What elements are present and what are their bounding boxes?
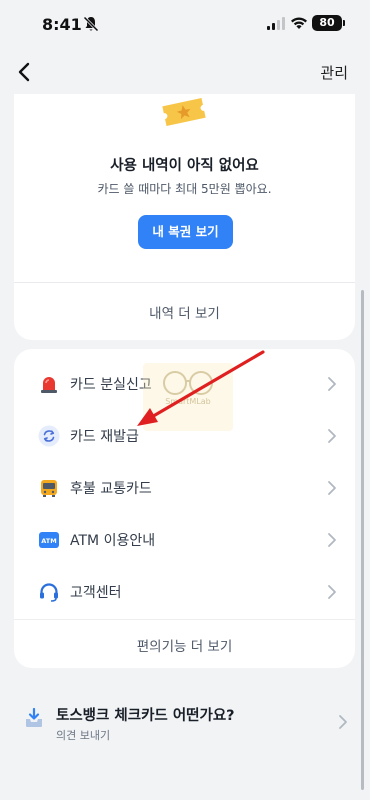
- more-history-button[interactable]: 내역 더 보기: [14, 302, 355, 322]
- battery-indicator: 80: [312, 15, 345, 31]
- menu-item-label: 카드 재발급: [70, 429, 139, 445]
- menu-item-atm-guide[interactable]: ATM ATM 이용안내: [14, 516, 355, 564]
- bus-icon: [41, 480, 57, 497]
- wifi-icon: [291, 17, 307, 29]
- send-feedback-icon: [26, 707, 42, 727]
- back-button[interactable]: [10, 58, 38, 86]
- status-bar: 8:41 80: [0, 0, 370, 50]
- chevron-right-icon: [328, 481, 336, 495]
- empty-history-title: 사용 내역이 아직 없어요: [110, 158, 259, 174]
- bell-slash-icon: [83, 16, 99, 32]
- menu-item-label: 카드 분실신고: [70, 377, 152, 393]
- headset-icon: [40, 583, 58, 602]
- more-features-button[interactable]: 편의기능 더 보기: [14, 635, 355, 655]
- chevron-right-icon: [339, 715, 347, 729]
- divider: [14, 619, 355, 620]
- chevron-right-icon: [328, 429, 336, 443]
- feedback-row[interactable]: 토스뱅크 체크카드 어떤가요? 의견 보내기: [0, 690, 370, 758]
- svg-text:ATM: ATM: [41, 537, 56, 545]
- status-time: 8:41: [42, 15, 82, 34]
- nav-bar: 관리: [0, 50, 370, 94]
- empty-history-subtitle: 카드 쓸 때마다 최대 5만원 뽑아요.: [97, 182, 272, 196]
- menu-item-label: 후불 교통카드: [70, 481, 152, 497]
- cellular-signal-icon: [267, 17, 285, 30]
- watermark-text: SmartMLab: [165, 397, 211, 406]
- view-my-lottery-button[interactable]: 내 복권 보기: [138, 215, 233, 249]
- watermark: SmartMLab: [143, 363, 233, 431]
- manage-button[interactable]: 관리: [320, 62, 348, 83]
- scrollbar[interactable]: [361, 290, 364, 790]
- history-card: 사용 내역이 아직 없어요 카드 쓸 때마다 최대 5만원 뽑아요. 내 복권 …: [14, 94, 355, 340]
- chevron-right-icon: [328, 377, 336, 391]
- feedback-subtitle: 의견 보내기: [56, 729, 111, 742]
- feedback-title: 토스뱅크 체크카드 어떤가요?: [56, 708, 235, 724]
- siren-icon: [41, 377, 57, 393]
- menu-item-label: 고객센터: [70, 585, 122, 601]
- chevron-right-icon: [328, 585, 336, 599]
- atm-icon: ATM: [39, 532, 59, 548]
- chevron-right-icon: [328, 533, 336, 547]
- menu-item-transit-card[interactable]: 후불 교통카드: [14, 464, 355, 512]
- glasses-logo-icon: [163, 371, 213, 395]
- chevron-left-icon: [18, 62, 30, 82]
- reissue-icon: [38, 425, 60, 447]
- lottery-ticket-icon: [162, 98, 206, 126]
- divider: [14, 282, 355, 283]
- menu-item-customer-center[interactable]: 고객센터: [14, 568, 355, 616]
- menu-item-label: ATM 이용안내: [70, 533, 156, 549]
